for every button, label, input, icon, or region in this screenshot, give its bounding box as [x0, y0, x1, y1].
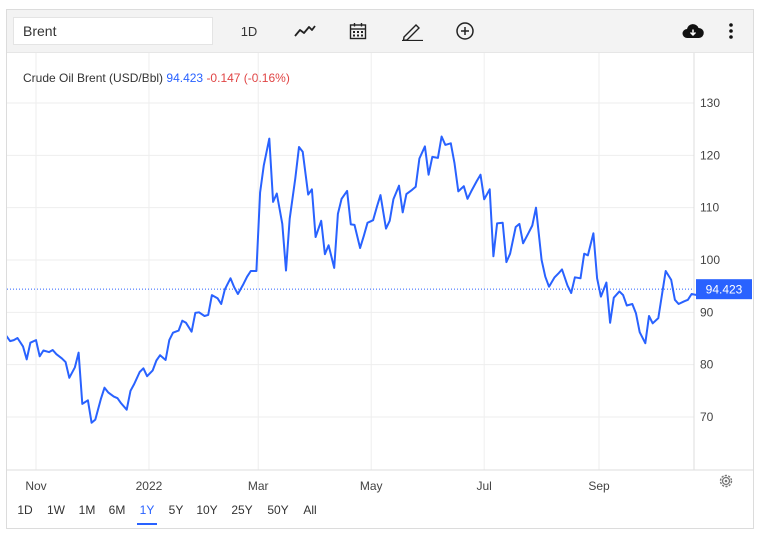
x-tick-label: 2022 [136, 479, 163, 493]
range-button-1w[interactable]: 1W [45, 499, 67, 523]
range-button-5y[interactable]: 5Y [166, 499, 186, 523]
last-price-label: 94.423 [706, 283, 743, 297]
price-series-line [7, 135, 711, 424]
x-tick-label: Sep [588, 479, 610, 493]
y-tick-label: 80 [700, 358, 714, 372]
x-tick-label: Mar [248, 479, 269, 493]
y-tick-label: 70 [700, 410, 714, 424]
range-button-10y[interactable]: 10Y [195, 499, 219, 523]
settings-gear-icon[interactable] [718, 473, 734, 489]
range-button-50y[interactable]: 50Y [266, 499, 290, 523]
range-button-all[interactable]: All [301, 499, 319, 523]
range-button-1d[interactable]: 1D [15, 499, 35, 523]
y-tick-label: 110 [700, 201, 719, 215]
x-tick-label: Jul [477, 479, 492, 493]
range-button-1y[interactable]: 1Y [137, 499, 157, 525]
range-button-6m[interactable]: 6M [106, 499, 128, 523]
x-tick-label: May [360, 479, 383, 493]
range-button-25y[interactable]: 25Y [230, 499, 254, 523]
y-tick-label: 120 [700, 148, 720, 162]
y-tick-label: 130 [700, 96, 720, 110]
chart-widget: Brent 1D Crude Oil Brent (USD/Bbl) 94.42… [6, 9, 754, 529]
range-button-1m[interactable]: 1M [76, 499, 98, 523]
price-chart[interactable]: 70 80 90 100 110 120 130 Nov 2022 Mar May Jul Sep 94.… [7, 10, 753, 498]
y-tick-label: 90 [700, 305, 714, 319]
y-tick-label: 100 [700, 253, 720, 267]
x-tick-label: Nov [25, 479, 46, 493]
